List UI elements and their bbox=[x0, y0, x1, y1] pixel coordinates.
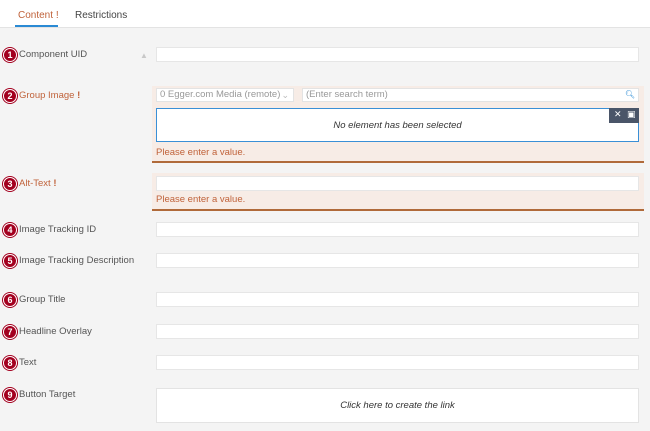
tab-content[interactable]: Content ! bbox=[18, 10, 59, 21]
image-tracking-id-label: Image Tracking ID bbox=[19, 224, 97, 235]
field-number-badge: 5 bbox=[3, 254, 17, 268]
tab-content-error-marker: ! bbox=[55, 10, 59, 21]
field-number-badge: 8 bbox=[3, 356, 17, 370]
media-source-value: 0 Egger.com Media (remote) bbox=[160, 89, 281, 100]
image-tracking-description-label: Image Tracking Description bbox=[19, 255, 135, 266]
folder-open-icon[interactable]: ▣ bbox=[627, 109, 636, 120]
chevron-down-icon: ⌄ bbox=[281, 90, 289, 100]
button-target-label: Button Target bbox=[19, 389, 76, 400]
lock-icon: ▲ bbox=[140, 51, 148, 60]
field-number-badge: 3 bbox=[3, 177, 17, 191]
alt-text-label-text: Alt-Text bbox=[19, 178, 51, 189]
group-image-error-message: Please enter a value. bbox=[156, 147, 246, 158]
close-icon[interactable]: ✕ bbox=[614, 109, 622, 120]
image-actions: ✕ ▣ bbox=[609, 108, 639, 123]
alt-text-label: Alt-Text ! bbox=[19, 178, 57, 189]
headline-overlay-label: Headline Overlay bbox=[19, 326, 92, 337]
text-label: Text bbox=[19, 357, 37, 368]
group-title-input[interactable] bbox=[156, 292, 639, 307]
media-source-select[interactable]: 0 Egger.com Media (remote) ⌄ bbox=[156, 88, 294, 102]
group-title-label: Group Title bbox=[19, 294, 66, 305]
group-image-label-text: Group Image bbox=[19, 90, 75, 101]
group-image-field: 0 Egger.com Media (remote) ⌄ (Enter sear… bbox=[152, 86, 644, 163]
field-number-badge: 6 bbox=[3, 293, 17, 307]
image-selection-area[interactable]: No element has been selected ✕ ▣ bbox=[156, 108, 639, 142]
tab-content-label: Content bbox=[18, 10, 54, 21]
field-number-badge: 7 bbox=[3, 325, 17, 339]
alt-text-error-message: Please enter a value. bbox=[156, 194, 246, 205]
required-marker: ! bbox=[53, 178, 57, 189]
group-image-label: Group Image ! bbox=[19, 90, 80, 101]
active-tab-indicator bbox=[15, 25, 58, 27]
text-input[interactable] bbox=[156, 355, 639, 370]
field-number-badge: 2 bbox=[3, 89, 17, 103]
required-marker: ! bbox=[77, 90, 81, 101]
tab-restrictions[interactable]: Restrictions bbox=[75, 10, 127, 21]
media-search-placeholder: (Enter search term) bbox=[306, 89, 388, 100]
no-element-selected-text: No element has been selected bbox=[333, 120, 462, 131]
component-uid-label: Component UID bbox=[19, 49, 88, 60]
alt-text-input[interactable] bbox=[156, 176, 639, 191]
alt-text-field: Please enter a value. bbox=[152, 173, 644, 211]
component-uid-input[interactable] bbox=[156, 47, 639, 62]
field-number-badge: 9 bbox=[3, 388, 17, 402]
search-icon[interactable]: 🔍︎ bbox=[625, 89, 635, 101]
field-number-badge: 4 bbox=[3, 223, 17, 237]
create-link-text[interactable]: Click here to create the link bbox=[157, 400, 638, 411]
button-target-link-box[interactable]: Click here to create the link bbox=[156, 388, 639, 423]
image-tracking-description-input[interactable] bbox=[156, 253, 639, 268]
tab-bar: Content ! Restrictions bbox=[0, 0, 650, 28]
media-search-input[interactable]: (Enter search term) 🔍︎ bbox=[302, 88, 639, 102]
headline-overlay-input[interactable] bbox=[156, 324, 639, 339]
field-number-badge: 1 bbox=[3, 48, 17, 62]
image-tracking-id-input[interactable] bbox=[156, 222, 639, 237]
